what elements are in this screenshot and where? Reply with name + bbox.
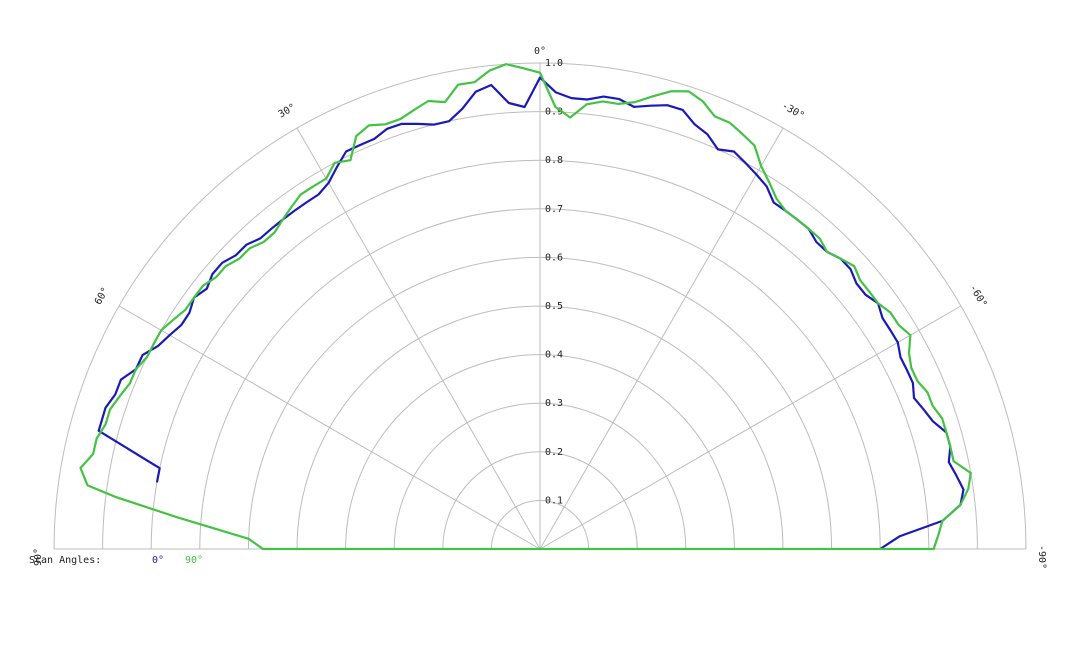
radial-tick-label-2: 0.3 <box>545 398 563 409</box>
grid-spoke-4 <box>539 127 784 550</box>
legend-entry-90deg: 90° <box>185 555 203 566</box>
legend: Scan Angles: 0° 90° <box>29 555 203 566</box>
radial-tick-label-5: 0.6 <box>545 252 563 263</box>
radial-tick-label-7: 0.8 <box>545 155 563 166</box>
radial-tick-label-9: 1.0 <box>545 58 563 69</box>
radial-tick-label-3: 0.4 <box>545 350 563 361</box>
grid-spoke-2 <box>296 127 541 550</box>
radial-tick-label-4: 0.5 <box>545 301 563 312</box>
radial-tick-labels: 0.1 0.2 0.3 0.4 0.5 0.6 0.7 0.8 0.9 1.0 <box>545 58 563 506</box>
legend-entry-0deg: 0° <box>152 555 164 566</box>
radial-tick-label-6: 0.7 <box>545 204 563 215</box>
series-line-0 <box>97 76 965 551</box>
radial-tick-label-8: 0.9 <box>545 107 563 118</box>
radial-tick-label-0: 0.1 <box>545 495 563 506</box>
angle-tick-label-5: -60° <box>967 283 989 309</box>
grid-spoke-1 <box>118 305 541 550</box>
angle-tick-label-6: -90° <box>1036 545 1047 569</box>
angle-tick-label-1: 60° <box>93 286 112 307</box>
radial-tick-label-1: 0.2 <box>545 447 563 458</box>
angle-tick-label-3: 0° <box>534 46 546 57</box>
polar-chart: 0.1 0.2 0.3 0.4 0.5 0.6 0.7 0.8 0.9 1.0 90° 60° 30°… <box>29 46 1047 569</box>
angle-tick-label-4: -30° <box>780 100 806 122</box>
legend-title: Scan Angles: <box>29 555 101 566</box>
angle-tick-label-2: 30° <box>277 102 298 121</box>
